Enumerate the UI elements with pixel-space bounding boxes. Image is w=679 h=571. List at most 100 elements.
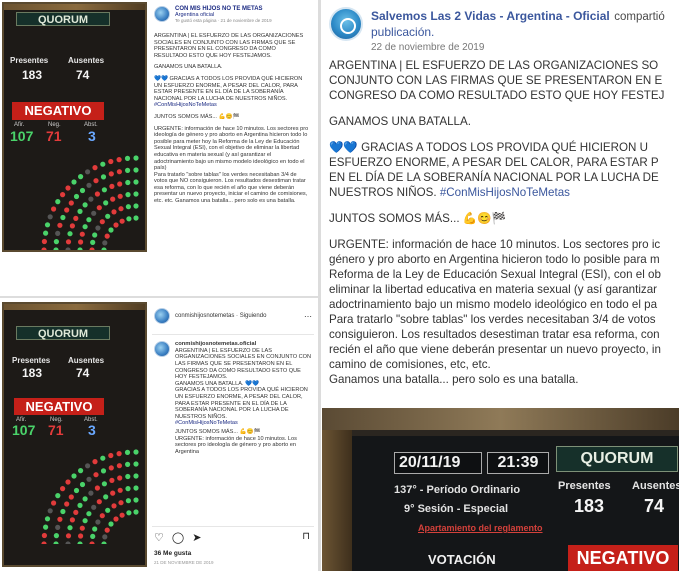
more-options-icon[interactable]: ⋯ — [304, 312, 312, 321]
seat-light — [92, 165, 98, 171]
seat-light — [101, 481, 107, 487]
result-negativo: NEGATIVO — [12, 102, 104, 120]
post-line: adoctrinamiento bajo un mismo modelo ide… — [329, 298, 658, 311]
seat-light — [86, 217, 92, 223]
account-avatar[interactable] — [154, 6, 170, 22]
bookmark-icon[interactable]: ⊓ — [302, 531, 310, 542]
seat-light — [133, 485, 139, 491]
seat-light — [133, 167, 139, 173]
seat-light — [113, 222, 119, 228]
seat-light — [95, 225, 101, 231]
likes-count[interactable]: 36 Me gusta — [154, 550, 191, 557]
seat-light — [117, 193, 123, 199]
seat-light — [116, 169, 122, 175]
ausentes-count: 74 — [76, 366, 90, 380]
seat-light — [125, 486, 131, 492]
wood-frame — [322, 408, 679, 430]
board-apartamiento: Apartamiento del reglamento — [418, 523, 543, 533]
post-paragraph: ARGENTINA | EL ESFUERZO DE LAS ORGANIZAC… — [154, 33, 304, 59]
seat-light — [91, 210, 97, 216]
seat-light — [100, 468, 107, 474]
seat-light — [99, 219, 105, 225]
seat-light — [124, 449, 131, 455]
commenter-name[interactable]: conmishijosnotemetas.oficial — [175, 341, 312, 348]
account-name[interactable]: conmishijosnotemetas — [175, 313, 234, 319]
post-date: 21 DE NOVIEMBRE DE 2019 — [154, 560, 214, 565]
board-periodo: 137° - Período Ordinario — [394, 484, 521, 496]
seat-light — [125, 167, 131, 173]
seat-light — [108, 452, 114, 459]
post-line: GANAMOS UNA BATALLA. — [329, 115, 471, 128]
seat-light — [77, 502, 83, 508]
post-line: eliminar la libertad educativa en materi… — [329, 283, 658, 296]
share-icon[interactable]: ➤ — [192, 531, 201, 544]
seat-light — [117, 475, 123, 481]
following-label[interactable]: · Siguiendo — [236, 313, 266, 319]
post-paragraph: GANAMOS UNA BATALLA. — [154, 64, 223, 71]
seat-light — [101, 541, 107, 544]
post-body: ARGENTINA | EL ESFUERZO DE LAS ORGANIZAC… — [152, 27, 312, 205]
seat-light — [67, 231, 73, 237]
seat-light — [111, 209, 117, 215]
seat-light — [64, 207, 70, 213]
seat-light — [73, 487, 80, 494]
commenter-avatar[interactable] — [154, 341, 170, 357]
seat-light — [65, 185, 71, 191]
presentes-count: 183 — [22, 68, 43, 82]
page-name[interactable]: Salvemos Las 2 Vidas - Argentina - Ofici… — [371, 9, 610, 23]
post-paragraph: GRACIAS A TODOS LOS PROVIDA QUÉ HICIERON… — [175, 387, 308, 420]
seat-light — [116, 451, 122, 457]
seat-light — [133, 203, 139, 209]
post-date[interactable]: 22 de noviembre de 2019 — [371, 42, 665, 53]
seat-light — [116, 463, 122, 469]
seat-light — [133, 215, 139, 221]
panel-separator — [318, 0, 321, 571]
seat-light — [125, 179, 131, 186]
quorum-label: QUORUM — [16, 326, 110, 340]
post-line: género y pro aborto en Argentina hiciero… — [329, 253, 660, 266]
divider — [0, 296, 318, 298]
post-line: EN EL DÍA DE LA SOBERANÍA NACIONAL POR L… — [329, 171, 659, 184]
hashtag-link[interactable]: #ConMisHijosNoTeMetas — [175, 420, 238, 426]
seat-light — [44, 516, 51, 522]
abst-count: 3 — [88, 128, 96, 144]
ausentes-label: Ausentes — [68, 56, 105, 65]
page-avatar[interactable] — [329, 7, 363, 41]
fb-vote-board-photo[interactable]: 20/11/19 21:39 QUORUM 137° - Período Ord… — [322, 408, 679, 571]
post-meta: Te gustó esta página · 21 de noviembre d… — [175, 18, 272, 23]
wood-frame — [322, 430, 352, 571]
seat-light — [94, 191, 100, 197]
seat-light — [100, 174, 107, 180]
seat-light — [126, 510, 132, 516]
seat-light — [79, 231, 85, 237]
seat-light — [124, 155, 131, 161]
divider — [152, 526, 314, 527]
seat-light — [118, 500, 124, 506]
ig-post-bottom: conmishijosnotemetas · Siguiendo ⋯ conmi… — [152, 306, 314, 568]
seat-light — [44, 222, 51, 228]
shared-text: compartió — [614, 11, 665, 23]
post-paragraph: URGENTE: información de hace 10 minutos.… — [175, 435, 297, 455]
vote-hemicycle-top — [41, 155, 139, 250]
seat-light — [41, 238, 48, 245]
publication-link[interactable]: publicación. — [371, 25, 665, 39]
seat-light — [78, 239, 84, 245]
hashtag-link[interactable]: #ConMisHijosNoTeMetas — [154, 102, 217, 108]
seat-light — [82, 202, 88, 208]
seat-light — [108, 227, 114, 233]
seat-light — [65, 541, 71, 544]
seat-light — [109, 183, 115, 189]
comment-icon[interactable]: ◯ — [172, 531, 184, 544]
seat-light — [108, 171, 114, 177]
seat-light — [78, 533, 84, 539]
seat-light — [68, 494, 74, 500]
like-heart-icon[interactable]: ♡ — [154, 531, 164, 544]
seat-light — [99, 513, 105, 519]
seat-light — [100, 161, 106, 167]
seat-light — [105, 213, 111, 219]
seat-light — [119, 218, 125, 224]
result-negativo: NEGATIVO — [14, 398, 104, 415]
account-avatar[interactable] — [154, 308, 170, 324]
hashtag-link[interactable]: #ConMisHijosNoTeMetas — [440, 186, 570, 199]
seat-light — [90, 239, 96, 245]
